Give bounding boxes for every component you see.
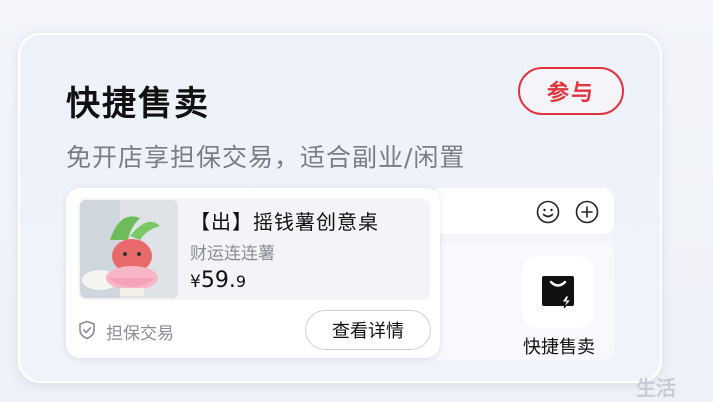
quick-sell-label[interactable]: 快捷售卖 (518, 333, 600, 359)
product-image (80, 200, 178, 298)
product-title: 【出】摇钱薯创意桌 (190, 210, 379, 234)
shopping-bag-icon (542, 276, 574, 309)
guarantee-label: 担保交易 (106, 324, 174, 344)
shield-check-icon (79, 320, 95, 340)
plus-icon[interactable] (575, 200, 599, 224)
product-price: ¥59.9 (190, 268, 246, 293)
product-subtitle: 财运连连薯 (190, 244, 275, 264)
price-symbol: ¥ (190, 272, 201, 292)
watermark: 生活 (636, 376, 676, 400)
join-button[interactable]: 参与 (518, 67, 624, 115)
price-decimal: 9 (235, 272, 247, 291)
card-subtitle: 免开店享担保交易，适合副业/闲置 (66, 143, 466, 172)
smile-icon[interactable] (536, 200, 560, 224)
price-integer: 59. (200, 268, 236, 293)
view-details-button[interactable]: 查看详情 (305, 310, 431, 350)
card-title: 快捷售卖 (66, 84, 210, 124)
